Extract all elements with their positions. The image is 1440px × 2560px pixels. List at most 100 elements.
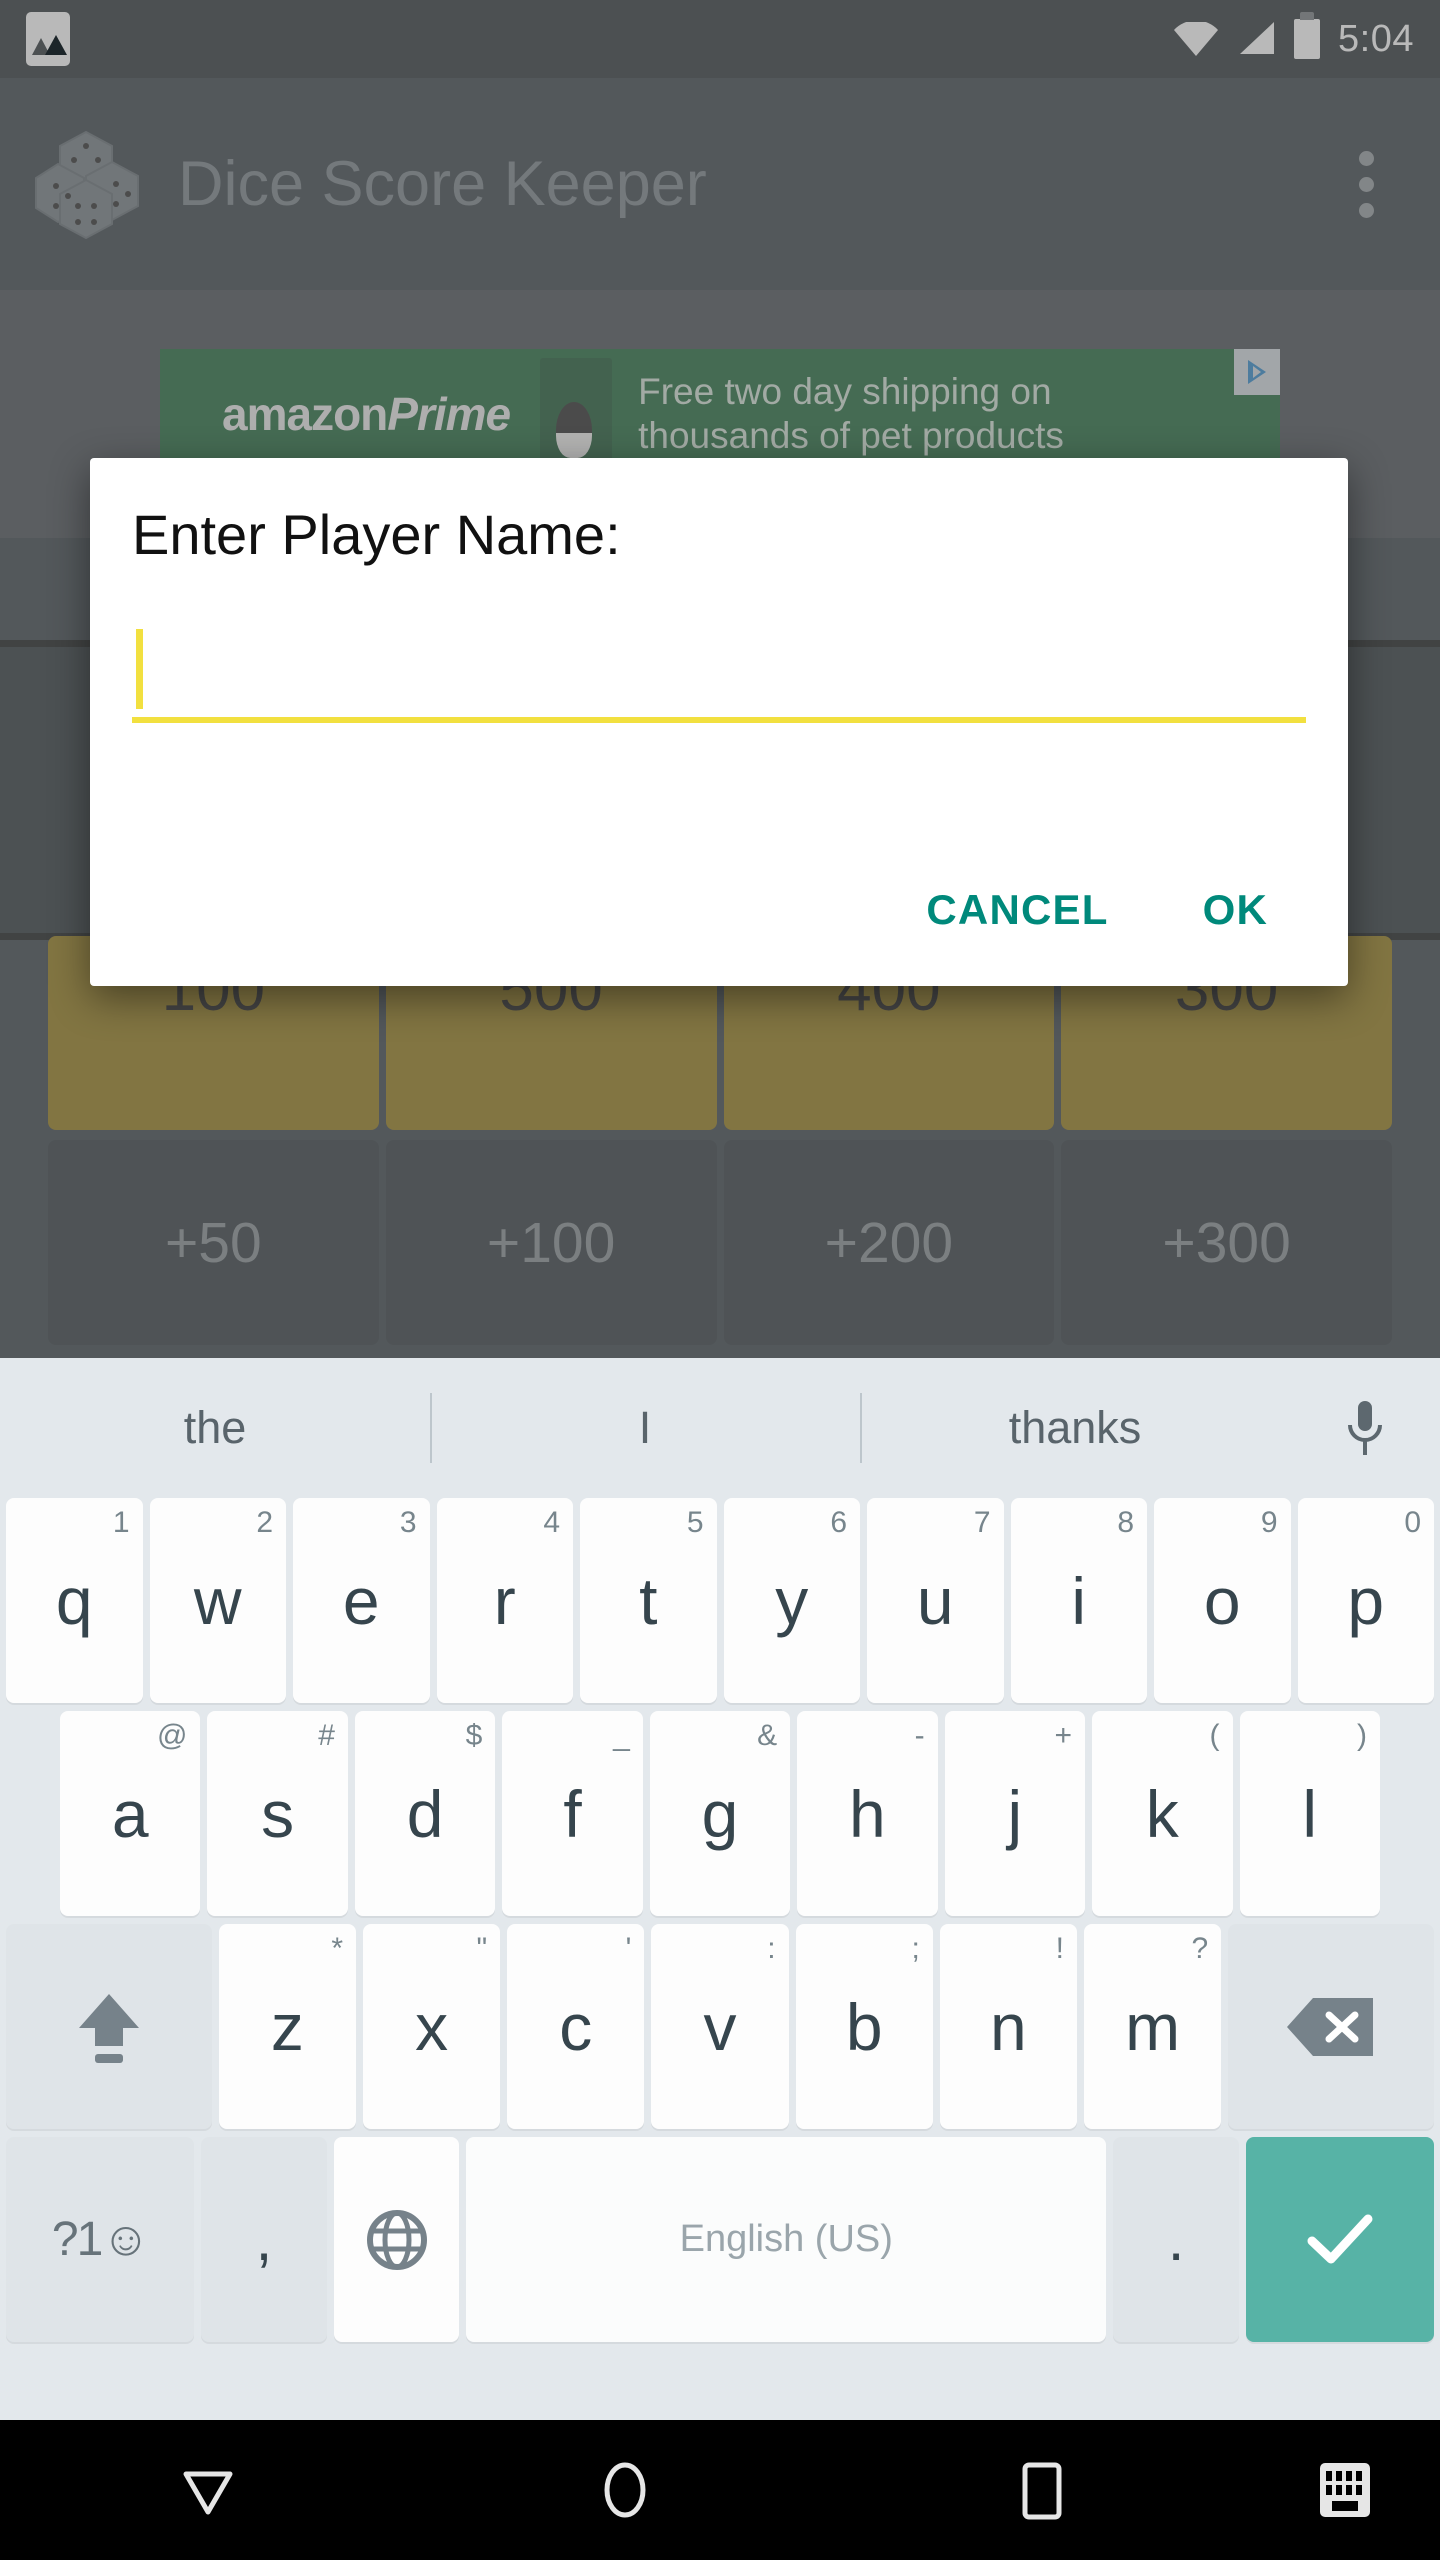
player-name-input[interactable] (132, 615, 1306, 723)
text-caret (136, 629, 143, 709)
battery-icon (1294, 12, 1321, 59)
home-circle-icon[interactable] (417, 2461, 834, 2519)
key-hint: 5 (686, 1506, 704, 1539)
key-label: a (111, 1776, 149, 1851)
key-label: n (990, 1989, 1027, 2064)
key-s[interactable]: # s (207, 1711, 348, 1916)
dialog-title: Enter Player Name: (132, 503, 621, 566)
dialog-actions: CANCEL OK (132, 876, 1306, 986)
photo-icon (26, 12, 70, 66)
key-p[interactable]: 0p (1297, 1498, 1434, 1703)
key-m[interactable]: ? m (1084, 1924, 1222, 2129)
suggestion-bar: the I thanks (0, 1358, 1440, 1498)
dice-cluster-icon (34, 124, 154, 244)
ad-product-image (540, 358, 613, 470)
keyboard-row-2: @ a # s $ d _ f & g -h + j (k ) l (0, 1711, 1440, 1916)
add-score-button[interactable]: +300 (1061, 1140, 1392, 1345)
key-hint: 3 (399, 1506, 417, 1539)
overflow-menu-icon[interactable] (1326, 129, 1406, 239)
space-key[interactable]: English (US) (466, 2137, 1107, 2342)
key-label: h (849, 1776, 886, 1851)
backspace-icon[interactable] (1228, 1924, 1435, 2129)
page-title: Dice Score Keeper (178, 149, 707, 219)
key-z[interactable]: * z (218, 1924, 356, 2129)
globe-icon[interactable] (333, 2137, 460, 2342)
key-label: g (701, 1776, 739, 1851)
key-hint: 2 (256, 1506, 273, 1539)
key-hint: ) (1356, 1719, 1367, 1752)
key-label: l (1302, 1776, 1318, 1851)
key-k[interactable]: (k (1092, 1711, 1233, 1916)
key-label: u (916, 1563, 954, 1638)
key-f[interactable]: _ f (502, 1711, 643, 1916)
adchoices-icon[interactable] (1234, 349, 1280, 395)
key-v[interactable]: :v (651, 1924, 789, 2129)
key-label: q (55, 1563, 93, 1638)
key-a[interactable]: @ a (60, 1711, 201, 1916)
back-triangle-icon[interactable] (0, 2460, 417, 2520)
key-label: z (270, 1989, 304, 2064)
key-n[interactable]: ! n (939, 1924, 1078, 2129)
key-j[interactable]: + j (944, 1711, 1086, 1916)
key-l[interactable]: ) l (1239, 1711, 1380, 1916)
suggestion-item[interactable]: the (0, 1402, 430, 1454)
key-hint: 4 (543, 1506, 560, 1539)
key-label: x (415, 1989, 449, 2064)
microphone-icon[interactable] (1290, 1397, 1440, 1459)
key-r[interactable]: 4r (436, 1498, 573, 1703)
ok-button[interactable]: OK (1189, 876, 1282, 944)
key-e[interactable]: 3e (293, 1498, 430, 1703)
keyboard-row-3: * z " x ' c :v ; b ! n ? m (0, 1924, 1440, 2129)
key-t[interactable]: 5t (580, 1498, 717, 1703)
key-hint: 9 (1260, 1506, 1278, 1539)
status-icons: 5:04 (1174, 12, 1414, 61)
key-hint: 1 (112, 1506, 130, 1539)
key-label: f (563, 1776, 582, 1851)
key-hint: 6 (830, 1506, 847, 1539)
recents-square-icon[interactable] (833, 2459, 1250, 2521)
key-label: w (193, 1563, 242, 1638)
key-hint: _ (613, 1719, 630, 1752)
key-u[interactable]: 7u (867, 1498, 1004, 1703)
soft-keyboard: the I thanks 1q 2w 3e 4r 5t 6y 7u 8i 9o … (0, 1358, 1440, 2420)
key-hint: ( (1209, 1719, 1220, 1752)
key-q[interactable]: 1q (6, 1498, 143, 1703)
key-w[interactable]: 2w (149, 1498, 286, 1703)
key-hint: 7 (973, 1506, 991, 1539)
key-hint: 0 (1404, 1506, 1421, 1539)
keyboard-row-1: 1q 2w 3e 4r 5t 6y 7u 8i 9o 0p (0, 1498, 1440, 1703)
status-bar: 5:04 (0, 0, 1440, 78)
suggestion-item[interactable]: I (430, 1402, 860, 1454)
comma-key[interactable]: , (201, 2137, 327, 2342)
cancel-button[interactable]: CANCEL (912, 876, 1122, 944)
keyboard-toggle-icon[interactable] (1250, 2459, 1440, 2521)
key-y[interactable]: 6y (723, 1498, 860, 1703)
key-hint: ! (1055, 1932, 1065, 1965)
ad-brand-logo: amazonPrime (222, 387, 511, 441)
suggestion-item[interactable]: thanks (860, 1402, 1290, 1454)
key-label: b (845, 1989, 883, 2064)
add-score-button[interactable]: +200 (723, 1140, 1055, 1345)
check-icon[interactable] (1245, 2137, 1435, 2342)
key-label: p (1347, 1563, 1385, 1638)
add-score-button[interactable]: +50 (48, 1140, 379, 1345)
key-hint: & (757, 1719, 778, 1752)
key-c[interactable]: ' c (507, 1924, 645, 2129)
add-score-button[interactable]: +100 (385, 1140, 717, 1345)
period-key[interactable]: . (1113, 2137, 1239, 2342)
ad-copy-line2: thousands of pet products (638, 415, 1064, 456)
signal-icon (1236, 22, 1276, 56)
key-hint: ' (625, 1932, 632, 1965)
key-o[interactable]: 9o (1154, 1498, 1291, 1703)
key-hint: * (331, 1932, 343, 1965)
key-b[interactable]: ; b (795, 1924, 933, 2129)
key-label: v (703, 1989, 737, 2064)
key-x[interactable]: " x (363, 1924, 501, 2129)
key-i[interactable]: 8i (1010, 1498, 1147, 1703)
key-h[interactable]: -h (797, 1711, 938, 1916)
key-d[interactable]: $ d (354, 1711, 496, 1916)
shift-icon[interactable] (6, 1924, 212, 2129)
key-label: r (493, 1563, 516, 1638)
key-g[interactable]: & g (649, 1711, 791, 1916)
symbols-key[interactable]: ?1☺ (6, 2137, 195, 2342)
